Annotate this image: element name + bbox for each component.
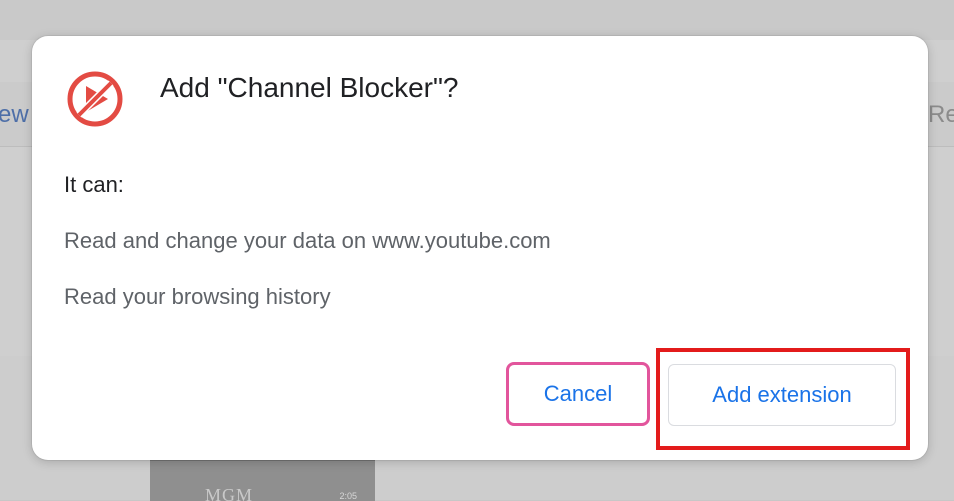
- video-thumbnail: MGM 2:05: [150, 460, 375, 501]
- add-extension-button[interactable]: Add extension: [668, 364, 896, 426]
- cancel-button[interactable]: Cancel: [506, 362, 650, 426]
- browser-top-strip: [0, 0, 954, 40]
- permissions-heading: It can:: [64, 172, 124, 197]
- add-extension-dialog: Add "Channel Blocker"? It can: Read and …: [32, 36, 928, 460]
- background-tab-left: ew: [0, 101, 29, 128]
- dialog-title: Add "Channel Blocker"?: [160, 72, 459, 103]
- channel-blocker-icon: [67, 71, 123, 127]
- background-tab-right: Re: [928, 101, 954, 128]
- permission-item: Read your browsing history: [64, 284, 331, 309]
- permission-item: Read and change your data on www.youtube…: [64, 228, 551, 253]
- thumbnail-logo: MGM: [205, 485, 254, 501]
